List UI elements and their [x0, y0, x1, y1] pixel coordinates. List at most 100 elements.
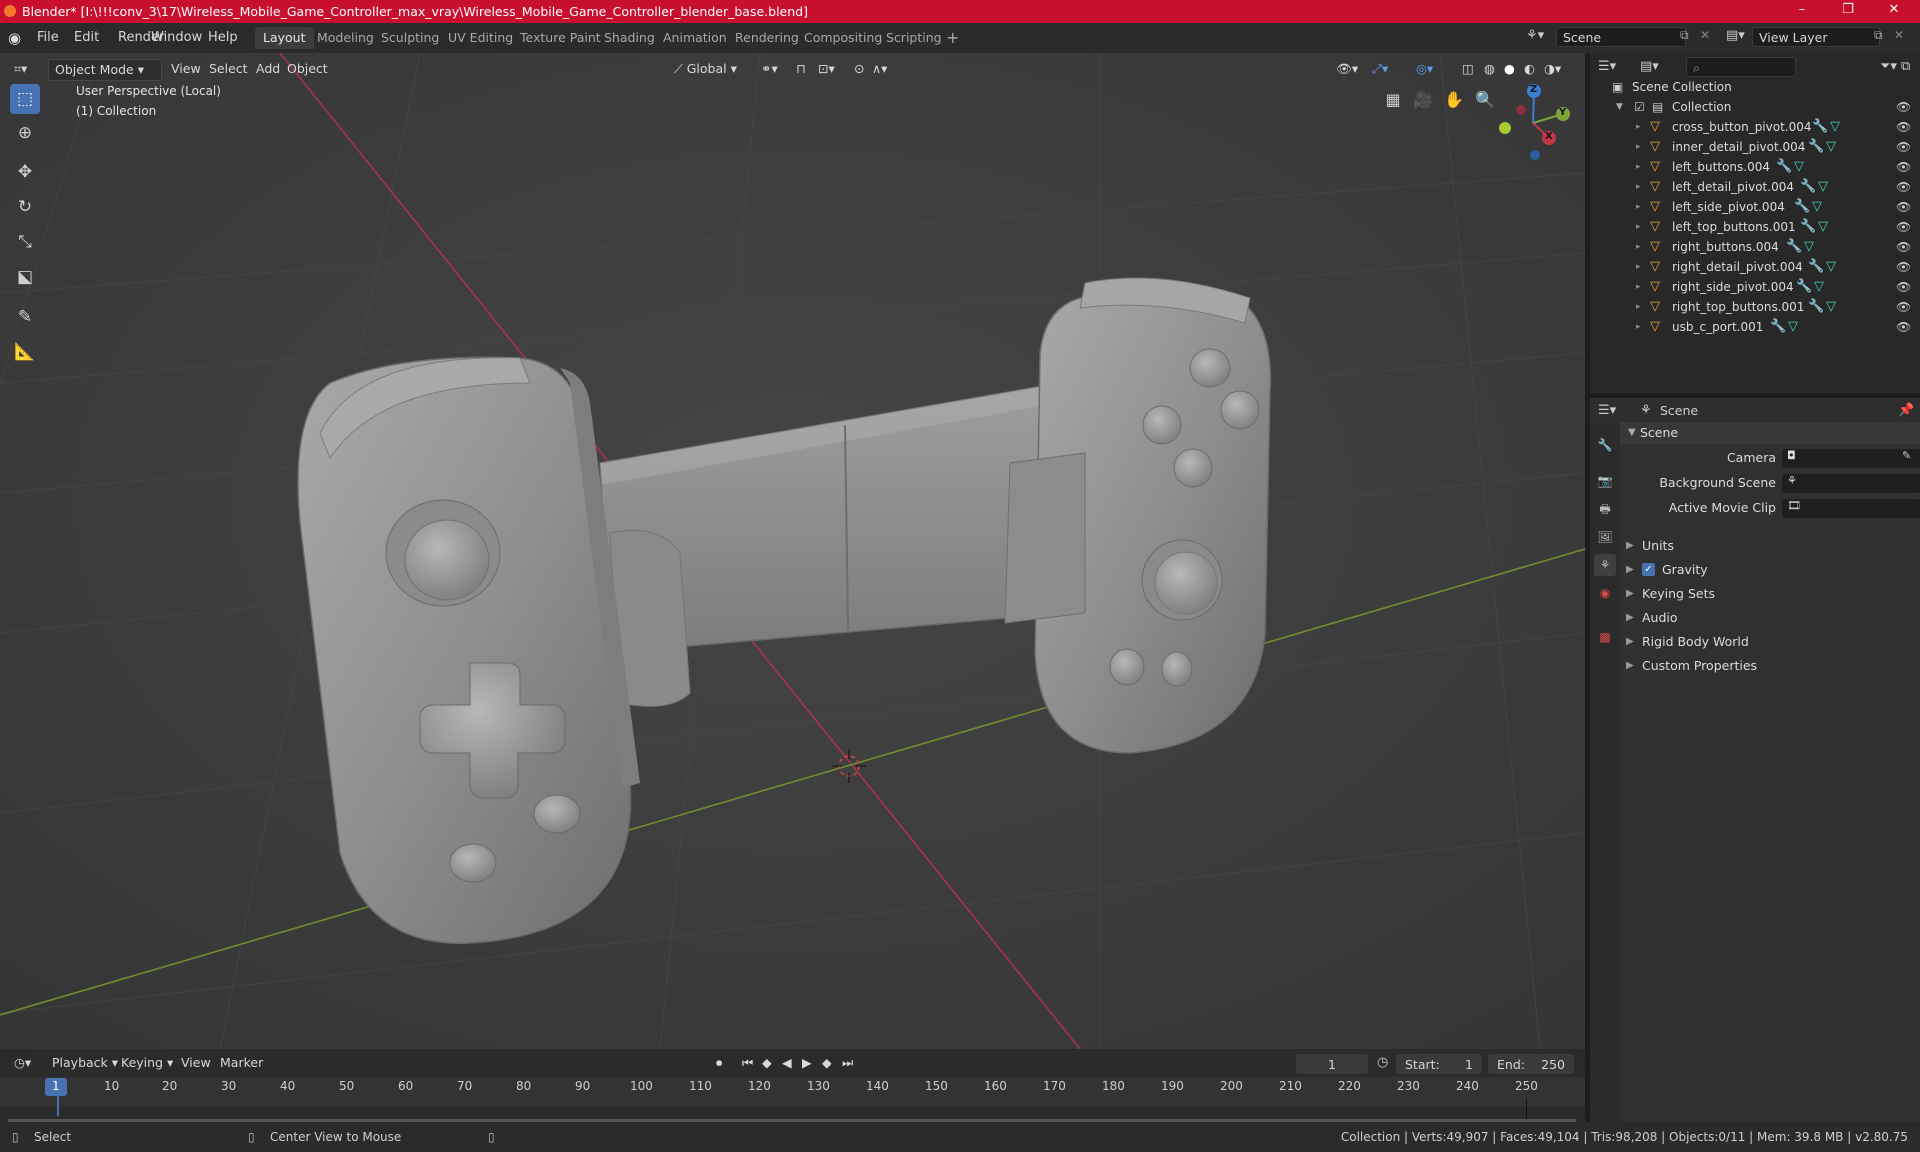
select-box-tool-icon[interactable]: ⬚ [10, 84, 40, 114]
properties-editor-type-icon[interactable]: ☰▾ [1598, 403, 1616, 418]
scene-properties-tab-icon[interactable]: ⚘ [1594, 554, 1616, 576]
eye-icon[interactable]: 👁 [1896, 117, 1911, 137]
display-mode-icon[interactable]: ▤▾ [1640, 59, 1659, 74]
pivot-point-icon[interactable]: ⚭▾ [755, 59, 784, 79]
menu-object[interactable]: Object [281, 59, 334, 79]
tab-compositing[interactable]: Compositing [796, 27, 890, 49]
outliner-object-row[interactable]: ▸ ▽ left_buttons.004 🔧 ▽ 👁 [1590, 157, 1920, 177]
remove-scene-icon[interactable]: ✕ [1700, 28, 1710, 42]
menu-window[interactable]: Window [146, 29, 207, 47]
menu-view[interactable]: View [165, 59, 207, 79]
start-frame-field[interactable]: Start: 1 [1396, 1054, 1482, 1074]
tab-texture-paint[interactable]: Texture Paint [512, 27, 609, 49]
expand-icon[interactable]: ▸ [1636, 197, 1641, 217]
new-view-layer-icon[interactable]: ⧉ [1874, 28, 1883, 43]
next-keyframe-icon[interactable]: ◆ [816, 1053, 838, 1073]
close-button[interactable]: ✕ [1874, 2, 1914, 20]
outliner-search-input[interactable]: ⌕ [1686, 57, 1796, 77]
outliner-object-row[interactable]: ▸ ▽ usb_c_port.001 🔧 ▽ 👁 [1590, 317, 1920, 337]
tab-sculpting[interactable]: Sculpting [373, 27, 447, 49]
measure-tool-icon[interactable]: 📐 [10, 337, 40, 367]
expand-icon[interactable]: ▸ [1636, 137, 1641, 157]
new-scene-icon[interactable]: ⧉ [1680, 28, 1689, 43]
remove-view-layer-icon[interactable]: ✕ [1894, 28, 1904, 42]
navigation-gizmo[interactable]: Z Y X [1493, 83, 1573, 163]
current-frame-field[interactable]: 1 [1296, 1054, 1368, 1074]
eye-icon[interactable]: 👁 [1896, 277, 1911, 297]
view-layer-properties-tab-icon[interactable]: 🖼 [1594, 526, 1616, 548]
3d-viewport[interactable]: ⌗▾ Object Mode ▾ View Select Add Object … [0, 53, 1585, 1049]
outliner-object-row[interactable]: ▸ ▽ left_side_pivot.004 🔧 ▽ 👁 [1590, 197, 1920, 217]
camera-field[interactable]: ◘ ✎ [1782, 449, 1920, 468]
outliner-object-row[interactable]: ▸ ▽ inner_detail_pivot.004 🔧 ▽ 👁 [1590, 137, 1920, 157]
outliner-object-row[interactable]: ▸ ▽ cross_button_pivot.004 🔧 ▽ 👁 [1590, 117, 1920, 137]
active-movie-clip-field[interactable]: 🎞 [1782, 499, 1920, 518]
expand-icon[interactable]: ▸ [1636, 157, 1641, 177]
eye-icon[interactable]: 👁 [1896, 237, 1911, 257]
eye-icon[interactable]: 👁 [1896, 317, 1911, 337]
output-properties-tab-icon[interactable]: 🖶 [1594, 498, 1616, 520]
gravity-section[interactable]: ▶ ✓ Gravity [1590, 559, 1920, 581]
outliner-object-row[interactable]: ▸ ▽ right_detail_pivot.004 🔧 ▽ 👁 [1590, 257, 1920, 277]
expand-icon[interactable]: ▸ [1636, 317, 1641, 337]
tab-shading[interactable]: Shading [596, 27, 663, 49]
snap-target-icon[interactable]: ⊡▾ [812, 59, 841, 79]
expand-icon[interactable]: ▸ [1636, 117, 1641, 137]
collection-checkbox[interactable]: ☑ [1634, 97, 1645, 117]
annotate-tool-icon[interactable]: ✎ [10, 302, 40, 332]
scale-tool-icon[interactable]: ⤡ [10, 227, 40, 257]
record-icon[interactable]: ⏺ [710, 1053, 728, 1073]
expand-icon[interactable]: ▸ [1636, 257, 1641, 277]
eye-icon[interactable]: 👁 [1896, 137, 1911, 157]
overlays-toggle-icon[interactable]: ◎▾ [1410, 59, 1439, 79]
transform-orientation-dropdown[interactable]: ⟋ Global ▾ [668, 59, 754, 79]
add-workspace-button[interactable]: + [938, 27, 967, 49]
eye-icon[interactable]: 👁 [1896, 177, 1911, 197]
gravity-checkbox[interactable]: ✓ [1642, 563, 1655, 576]
tab-modeling[interactable]: Modeling [309, 27, 382, 49]
eye-icon[interactable]: 👁 [1896, 297, 1911, 317]
menu-select[interactable]: Select [203, 59, 254, 79]
eye-icon[interactable]: 👁 [1896, 157, 1911, 177]
move-tool-icon[interactable]: ✥ [10, 157, 40, 187]
gizmo-toggle-icon[interactable]: ⤢▾ [1366, 59, 1394, 79]
new-collection-icon[interactable]: ⧉ [1901, 59, 1910, 74]
filter-icon[interactable]: ⏷▾ [1880, 59, 1897, 74]
menu-help[interactable]: Help [203, 29, 243, 47]
zoom-icon[interactable]: 🔍 [1472, 87, 1498, 113]
view-layer-field[interactable]: View Layer [1752, 27, 1880, 47]
eyedropper-icon[interactable]: ✎ [1902, 449, 1911, 462]
maximize-button[interactable]: ❐ [1828, 2, 1868, 20]
prev-keyframe-icon[interactable]: ◆ [756, 1053, 778, 1073]
expand-icon[interactable]: ▸ [1636, 237, 1641, 257]
scene-selector-icon[interactable]: ⚘▾ [1526, 28, 1544, 43]
tab-animation[interactable]: Animation [655, 27, 735, 49]
pin-icon[interactable]: 📌 [1898, 403, 1914, 418]
play-icon[interactable]: ▶ [796, 1053, 818, 1073]
menu-marker[interactable]: Marker [214, 1053, 269, 1073]
xray-icon[interactable]: ◫ [1456, 59, 1480, 79]
expand-icon[interactable]: ▸ [1636, 297, 1641, 317]
eye-icon[interactable]: 👁 [1896, 97, 1911, 117]
scene-name-field[interactable]: Scene [1556, 27, 1686, 47]
snap-icon[interactable]: ⊓ [790, 59, 812, 79]
blender-menu-icon[interactable]: ◉ [8, 29, 26, 47]
expand-icon[interactable]: ▸ [1636, 217, 1641, 237]
cursor-tool-icon[interactable]: ⊕ [10, 118, 40, 148]
falloff-icon[interactable]: ∧▾ [866, 59, 893, 79]
outliner-editor-type-icon[interactable]: ☰▾ [1598, 59, 1616, 74]
expand-icon[interactable]: ▸ [1636, 277, 1641, 297]
view-layer-icon[interactable]: ▤▾ [1726, 28, 1745, 43]
outliner-object-row[interactable]: ▸ ▽ right_top_buttons.001 🔧 ▽ 👁 [1590, 297, 1920, 317]
tool-properties-tab-icon[interactable]: 🔧 [1594, 434, 1616, 456]
outliner-object-row[interactable]: ▸ ▽ left_top_buttons.001 🔧 ▽ 👁 [1590, 217, 1920, 237]
tab-rendering[interactable]: Rendering [727, 27, 807, 49]
render-properties-tab-icon[interactable]: 📷 [1594, 470, 1616, 492]
jump-end-icon[interactable]: ⏭ [836, 1053, 859, 1073]
end-frame-field[interactable]: End: 250 [1488, 1054, 1574, 1074]
scene-panel-header[interactable]: ▼ Scene [1620, 422, 1920, 444]
keying-sets-section[interactable]: ▶ Keying Sets [1590, 583, 1920, 605]
rendered-shading-icon[interactable]: ◑▾ [1538, 59, 1567, 79]
collection-expand-icon[interactable]: ▼ [1616, 97, 1623, 117]
eye-icon[interactable]: 👁 [1896, 197, 1911, 217]
